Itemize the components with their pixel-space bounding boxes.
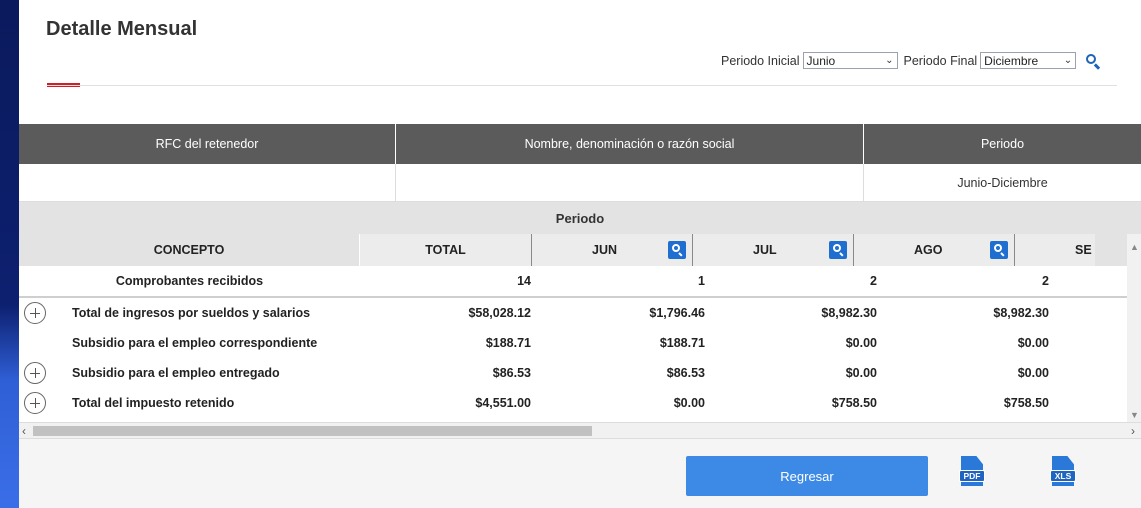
plus-circle-icon[interactable] (24, 392, 46, 414)
header-periodo: Periodo (980, 137, 1025, 151)
scroll-right-icon[interactable]: › (1131, 424, 1135, 438)
col-jun: JUN (532, 234, 693, 266)
row-jun: $188.71 (659, 336, 705, 350)
value-nombre (396, 164, 864, 201)
detail-header-row: CONCEPTO TOTAL JUN JUL AGO SE (19, 234, 1141, 266)
row-total: $188.71 (485, 336, 531, 350)
row-label: Subsidio para el empleo correspondiente (72, 336, 318, 350)
row-label: Subsidio para el empleo entregado (72, 366, 280, 380)
row-ago: $0.00 (1017, 366, 1049, 380)
header-rfc: RFC del retenedor (19, 124, 396, 164)
plus-circle-icon[interactable] (24, 362, 46, 384)
col-total: TOTAL (360, 234, 532, 266)
pdf-label: PDF (959, 470, 985, 482)
col-jun-label: JUN (592, 243, 618, 257)
page-title: Detalle Mensual (46, 18, 198, 40)
row-ago: $8,982.30 (993, 306, 1049, 320)
col-ago-label: AGO (914, 243, 943, 257)
table-row: Total del impuesto retenido $4,551.00 $0… (19, 388, 1127, 418)
row-jul: $8,982.30 (821, 306, 877, 320)
scroll-up-icon[interactable]: ▲ (1130, 242, 1139, 252)
end-period-select[interactable]: Diciembre ⌄ (980, 52, 1077, 69)
table-row: Comprobantes recibidos 14 1 2 2 (19, 266, 1127, 298)
window-frame (0, 0, 19, 508)
table-row: Subsidio para el empleo correspondiente … (19, 328, 1127, 358)
row-jun: 1 (698, 274, 705, 288)
row-label: Total de ingresos por sueldos y salarios (72, 306, 311, 320)
header-nombre: Nombre, denominación o razón social (396, 124, 864, 164)
row-total: 14 (517, 274, 531, 288)
row-jul: $0.00 (845, 336, 877, 350)
monthly-detail-table: Periodo CONCEPTO TOTAL JUN JUL AGO SE Co… (19, 202, 1141, 438)
value-periodo: Junio-Diciembre (957, 175, 1048, 190)
row-total: $58,028.12 (468, 306, 531, 320)
table-row: Subsidio para el empleo entregado $86.53… (19, 358, 1127, 388)
value-rfc (19, 164, 396, 201)
col-sep: SE (1015, 234, 1095, 266)
col-sep-label: SE (1075, 243, 1092, 257)
row-label: Total del impuesto retenido (72, 396, 235, 410)
col-ago: AGO (854, 234, 1015, 266)
horizontal-scrollbar[interactable]: ‹ › (19, 422, 1141, 438)
summary-table: RFC del retenedor Nombre, denominación o… (19, 124, 1141, 202)
start-period-value: Junio (806, 53, 836, 68)
divider (47, 85, 1117, 86)
row-total: $4,551.00 (475, 396, 531, 410)
row-ago: $758.50 (1003, 396, 1049, 410)
summary-header-row: RFC del retenedor Nombre, denominación o… (19, 124, 1141, 164)
search-icon[interactable] (1085, 53, 1101, 69)
row-label: Comprobantes recibidos (115, 274, 264, 288)
vertical-scrollbar[interactable]: ▲ ▼ (1127, 234, 1141, 438)
table-row: Total de ingresos por sueldos y salarios… (19, 298, 1127, 328)
row-jun: $86.53 (666, 366, 705, 380)
plus-circle-icon[interactable] (24, 302, 46, 324)
xls-label: XLS (1050, 470, 1076, 482)
detail-scroll-area[interactable]: CONCEPTO TOTAL JUN JUL AGO SE Comprobant… (19, 234, 1141, 438)
scroll-down-icon[interactable]: ▼ (1130, 410, 1139, 420)
row-jul: $0.00 (845, 366, 877, 380)
search-icon[interactable] (990, 241, 1008, 259)
summary-value-row: Junio-Diciembre (19, 164, 1141, 202)
search-icon[interactable] (668, 241, 686, 259)
back-button[interactable]: Regresar (686, 456, 928, 496)
scrollbar-thumb[interactable] (33, 426, 592, 436)
period-band: Periodo (555, 210, 605, 226)
end-period-label: Periodo Final (903, 53, 978, 68)
page: Detalle Mensual Periodo Inicial Junio ⌄ … (19, 0, 1141, 508)
row-jun: $0.00 (673, 396, 705, 410)
xls-file-icon[interactable]: XLS (1050, 456, 1076, 488)
col-jul-label: JUL (753, 243, 777, 257)
col-concepto: CONCEPTO (19, 234, 360, 266)
footer-bar: Regresar PDF XLS (19, 438, 1141, 508)
detail-rows: Comprobantes recibidos 14 1 2 2 Total de… (19, 266, 1127, 418)
scroll-left-icon[interactable]: ‹ (22, 424, 26, 438)
period-filters: Periodo Inicial Junio ⌄ Periodo Final Di… (721, 52, 1101, 69)
start-period-select[interactable]: Junio ⌄ (802, 52, 898, 69)
end-period-value: Diciembre (984, 53, 1039, 68)
chevron-down-icon: ⌄ (885, 55, 894, 66)
row-ago: $0.00 (1017, 336, 1049, 350)
row-jul: 2 (870, 274, 877, 288)
chevron-down-icon: ⌄ (1063, 55, 1073, 66)
col-jul: JUL (693, 234, 854, 266)
row-total: $86.53 (492, 366, 531, 380)
search-icon[interactable] (829, 241, 847, 259)
pdf-file-icon[interactable]: PDF (959, 456, 985, 488)
row-jun: $1,796.46 (649, 306, 705, 320)
row-jul: $758.50 (831, 396, 877, 410)
start-period-label: Periodo Inicial (721, 53, 800, 68)
row-ago: 2 (1042, 274, 1049, 288)
